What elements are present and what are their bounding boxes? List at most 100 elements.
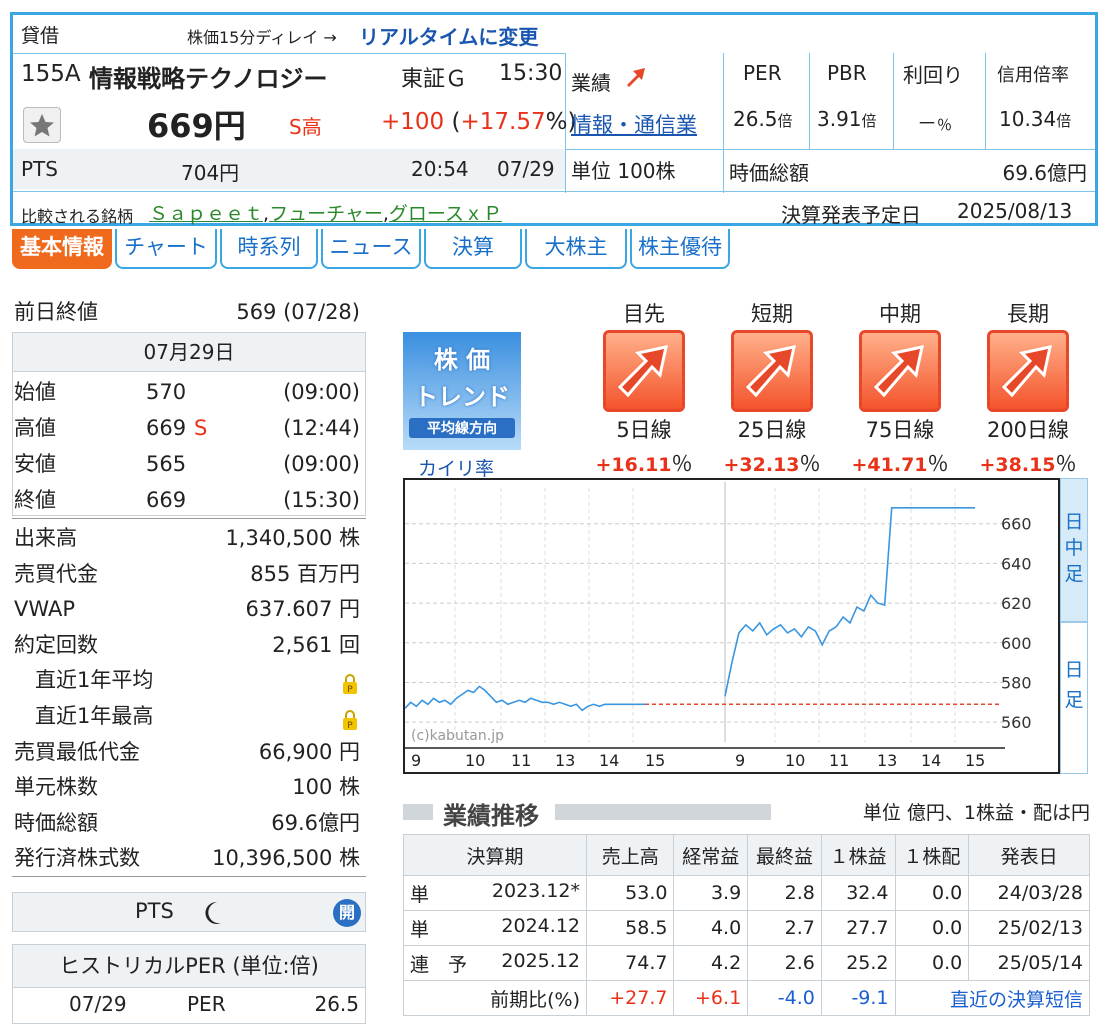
intraday-toggle-label: 日中足 [1064, 511, 1084, 585]
stat-row: 出来高 1,340,500 株 [12, 520, 366, 556]
arrow-up-right-icon [617, 345, 668, 398]
stat-row: 直近1年平均 P [12, 662, 366, 698]
table-row: 単 2024.12 58.5 4.0 2.7 27.7 0.0 25/02/13 [403, 910, 1090, 946]
chart-x-tick: 13 [555, 751, 575, 770]
yoy-value: +27.7 [585, 980, 675, 1016]
pts-open-badge[interactable]: 開 [333, 899, 361, 927]
margin-number: 10.34 [999, 107, 1057, 131]
lock-icon[interactable]: P [342, 670, 358, 695]
chart-y-tick: 620 [1001, 594, 1032, 613]
trend-ma-label: 200日線 [986, 418, 1070, 442]
ohlc-value: 565 [146, 452, 187, 476]
compare-link-2[interactable]: フューチャー [269, 203, 383, 225]
lending-label: 貸借 [21, 25, 60, 47]
ohlc-label: 始値 [14, 380, 56, 404]
chart-watermark: (c)kabutan.jp [411, 728, 504, 744]
chart-series-day1 [404, 685, 645, 712]
earnings-date: 2025/08/13 [957, 199, 1073, 223]
hist-per-title: ヒストリカルPER (単位:倍) [12, 944, 366, 988]
results-cell: 25/05/14 [968, 945, 1090, 981]
price-time: 15:30 [499, 61, 563, 86]
yoy-label: 前期比(%) [403, 980, 587, 1016]
hist-per-label: PER [187, 992, 226, 1016]
tab-shareholders[interactable]: 大株主 [525, 229, 627, 269]
margin-unit: 倍 [1056, 112, 1072, 130]
chart-y-tick: 660 [1001, 515, 1032, 534]
tanshin-link[interactable]: 直近の決算短信 [894, 980, 1091, 1016]
stat-row: 時価総額 69.6億円 [12, 805, 366, 841]
compare-link-3[interactable]: グロースｘＰ [389, 203, 502, 225]
tab-earnings[interactable]: 決算 [424, 229, 522, 269]
results-period-value: 2024.12 [501, 914, 580, 937]
per-value: 26.5倍 [733, 107, 793, 131]
results-cell: 0.0 [894, 910, 970, 946]
results-cell: 0.0 [894, 945, 970, 981]
yield-number: － [917, 111, 937, 135]
results-cell: 58.5 [585, 910, 675, 946]
stock-header: 貸借 株価15分ディレイ → リアルタイムに変更 155A 情報戦略テクノロジー… [10, 12, 1098, 227]
moon-icon [205, 901, 221, 924]
trend-up-arrow-box [731, 330, 813, 412]
divider [12, 876, 366, 877]
results-period-value: 2023.12* [491, 879, 580, 902]
chart-y-tick: 640 [1001, 554, 1032, 573]
stat-row: 単元株数 100 株 [12, 769, 366, 805]
pts-section: PTS 開 [12, 892, 366, 932]
chart-x-tick: 11 [829, 751, 849, 770]
change-pct: +17.57 [460, 109, 546, 135]
stat-label: 単元株数 [14, 775, 98, 800]
hist-per-row: 07/29 PER 26.5 [12, 988, 366, 1024]
stat-label: 約定回数 [14, 632, 98, 657]
intraday-toggle[interactable]: 日中足 [1060, 478, 1088, 622]
results-table: 決算期 売上高 経常益 最終益 １株益 １株配 発表日 単 2023.12* 53.0 3.9 2.… [403, 834, 1091, 1016]
tab-benefits[interactable]: 株主優待 [630, 229, 730, 269]
date-header: 07月29日 [12, 332, 366, 372]
tab-chart[interactable]: チャート [115, 229, 217, 269]
favorite-button[interactable] [23, 107, 61, 143]
tab-basic-info[interactable]: 基本情報 [12, 229, 112, 269]
compare-link-1[interactable]: Ｓａｐｅｅｔ [149, 203, 263, 225]
price-chart[interactable]: 560 580 600 620 640 660 9 10 11 13 14 15 9 10 11 13 14 15… [403, 478, 1060, 774]
trend-kairi-value: +38.15％ [968, 448, 1088, 478]
daily-toggle-label: 日足 [1064, 659, 1084, 711]
tab-news[interactable]: ニュース [321, 229, 421, 269]
sector-link[interactable]: 情報・通信業 [571, 109, 697, 139]
compare-links: Ｓａｐｅｅｔ,フューチャー,グロースｘＰ [149, 203, 502, 225]
results-cell: 53.0 [585, 875, 675, 911]
results-col-header: 発表日 [968, 834, 1090, 876]
chart-y-tick: 600 [1001, 634, 1032, 653]
results-cell: 0.0 [894, 875, 970, 911]
gyoseki-label: 業績 [571, 71, 611, 95]
stat-value: 637.607 円 [245, 597, 360, 622]
star-icon [30, 114, 54, 137]
stat-row: 直近1年最高 P [12, 698, 366, 734]
earnings-label: 決算発表予定日 [781, 203, 921, 227]
tab-timeseries[interactable]: 時系列 [220, 229, 318, 269]
svg-text:P: P [347, 685, 353, 695]
chart-y-tick: 560 [1001, 713, 1032, 732]
results-col-header: 売上高 [585, 834, 675, 876]
results-cell: 3.9 [673, 875, 749, 911]
lock-icon[interactable]: P [342, 706, 358, 731]
trend-badge-line1: 株 価 [433, 346, 491, 374]
trend-kairi-unit: ％ [927, 452, 949, 476]
results-cell: 25/02/13 [968, 910, 1090, 946]
ohlc-value: 669 [146, 416, 187, 440]
per-unit: 倍 [777, 112, 793, 130]
prev-close-value: 569 (07/28) [236, 300, 360, 324]
kairi-label: カイリ率 [418, 458, 495, 480]
results-col-header: 決算期 [403, 834, 587, 876]
trend-period-name: 中期 [879, 302, 921, 326]
results-cell: 4.2 [673, 945, 749, 981]
pts-date: 07/29 [497, 157, 555, 181]
table-row: 連 予 2025.12 74.7 4.2 2.6 25.2 0.0 25/05/14 [403, 945, 1090, 981]
realtime-link[interactable]: リアルタイムに変更 [359, 21, 538, 50]
results-col-header: １株配 [894, 834, 970, 876]
stat-row: 売買最低代金 66,900 円 [12, 734, 366, 770]
stat-value: 10,396,500 株 [212, 846, 360, 871]
ohlc-row: 安値 565 (09:00) [12, 446, 366, 482]
chart-x-tick: 10 [785, 751, 805, 770]
results-cell: 2.7 [747, 910, 822, 946]
prev-close-label: 前日終値 [14, 300, 98, 324]
daily-toggle[interactable]: 日足 [1060, 622, 1088, 774]
